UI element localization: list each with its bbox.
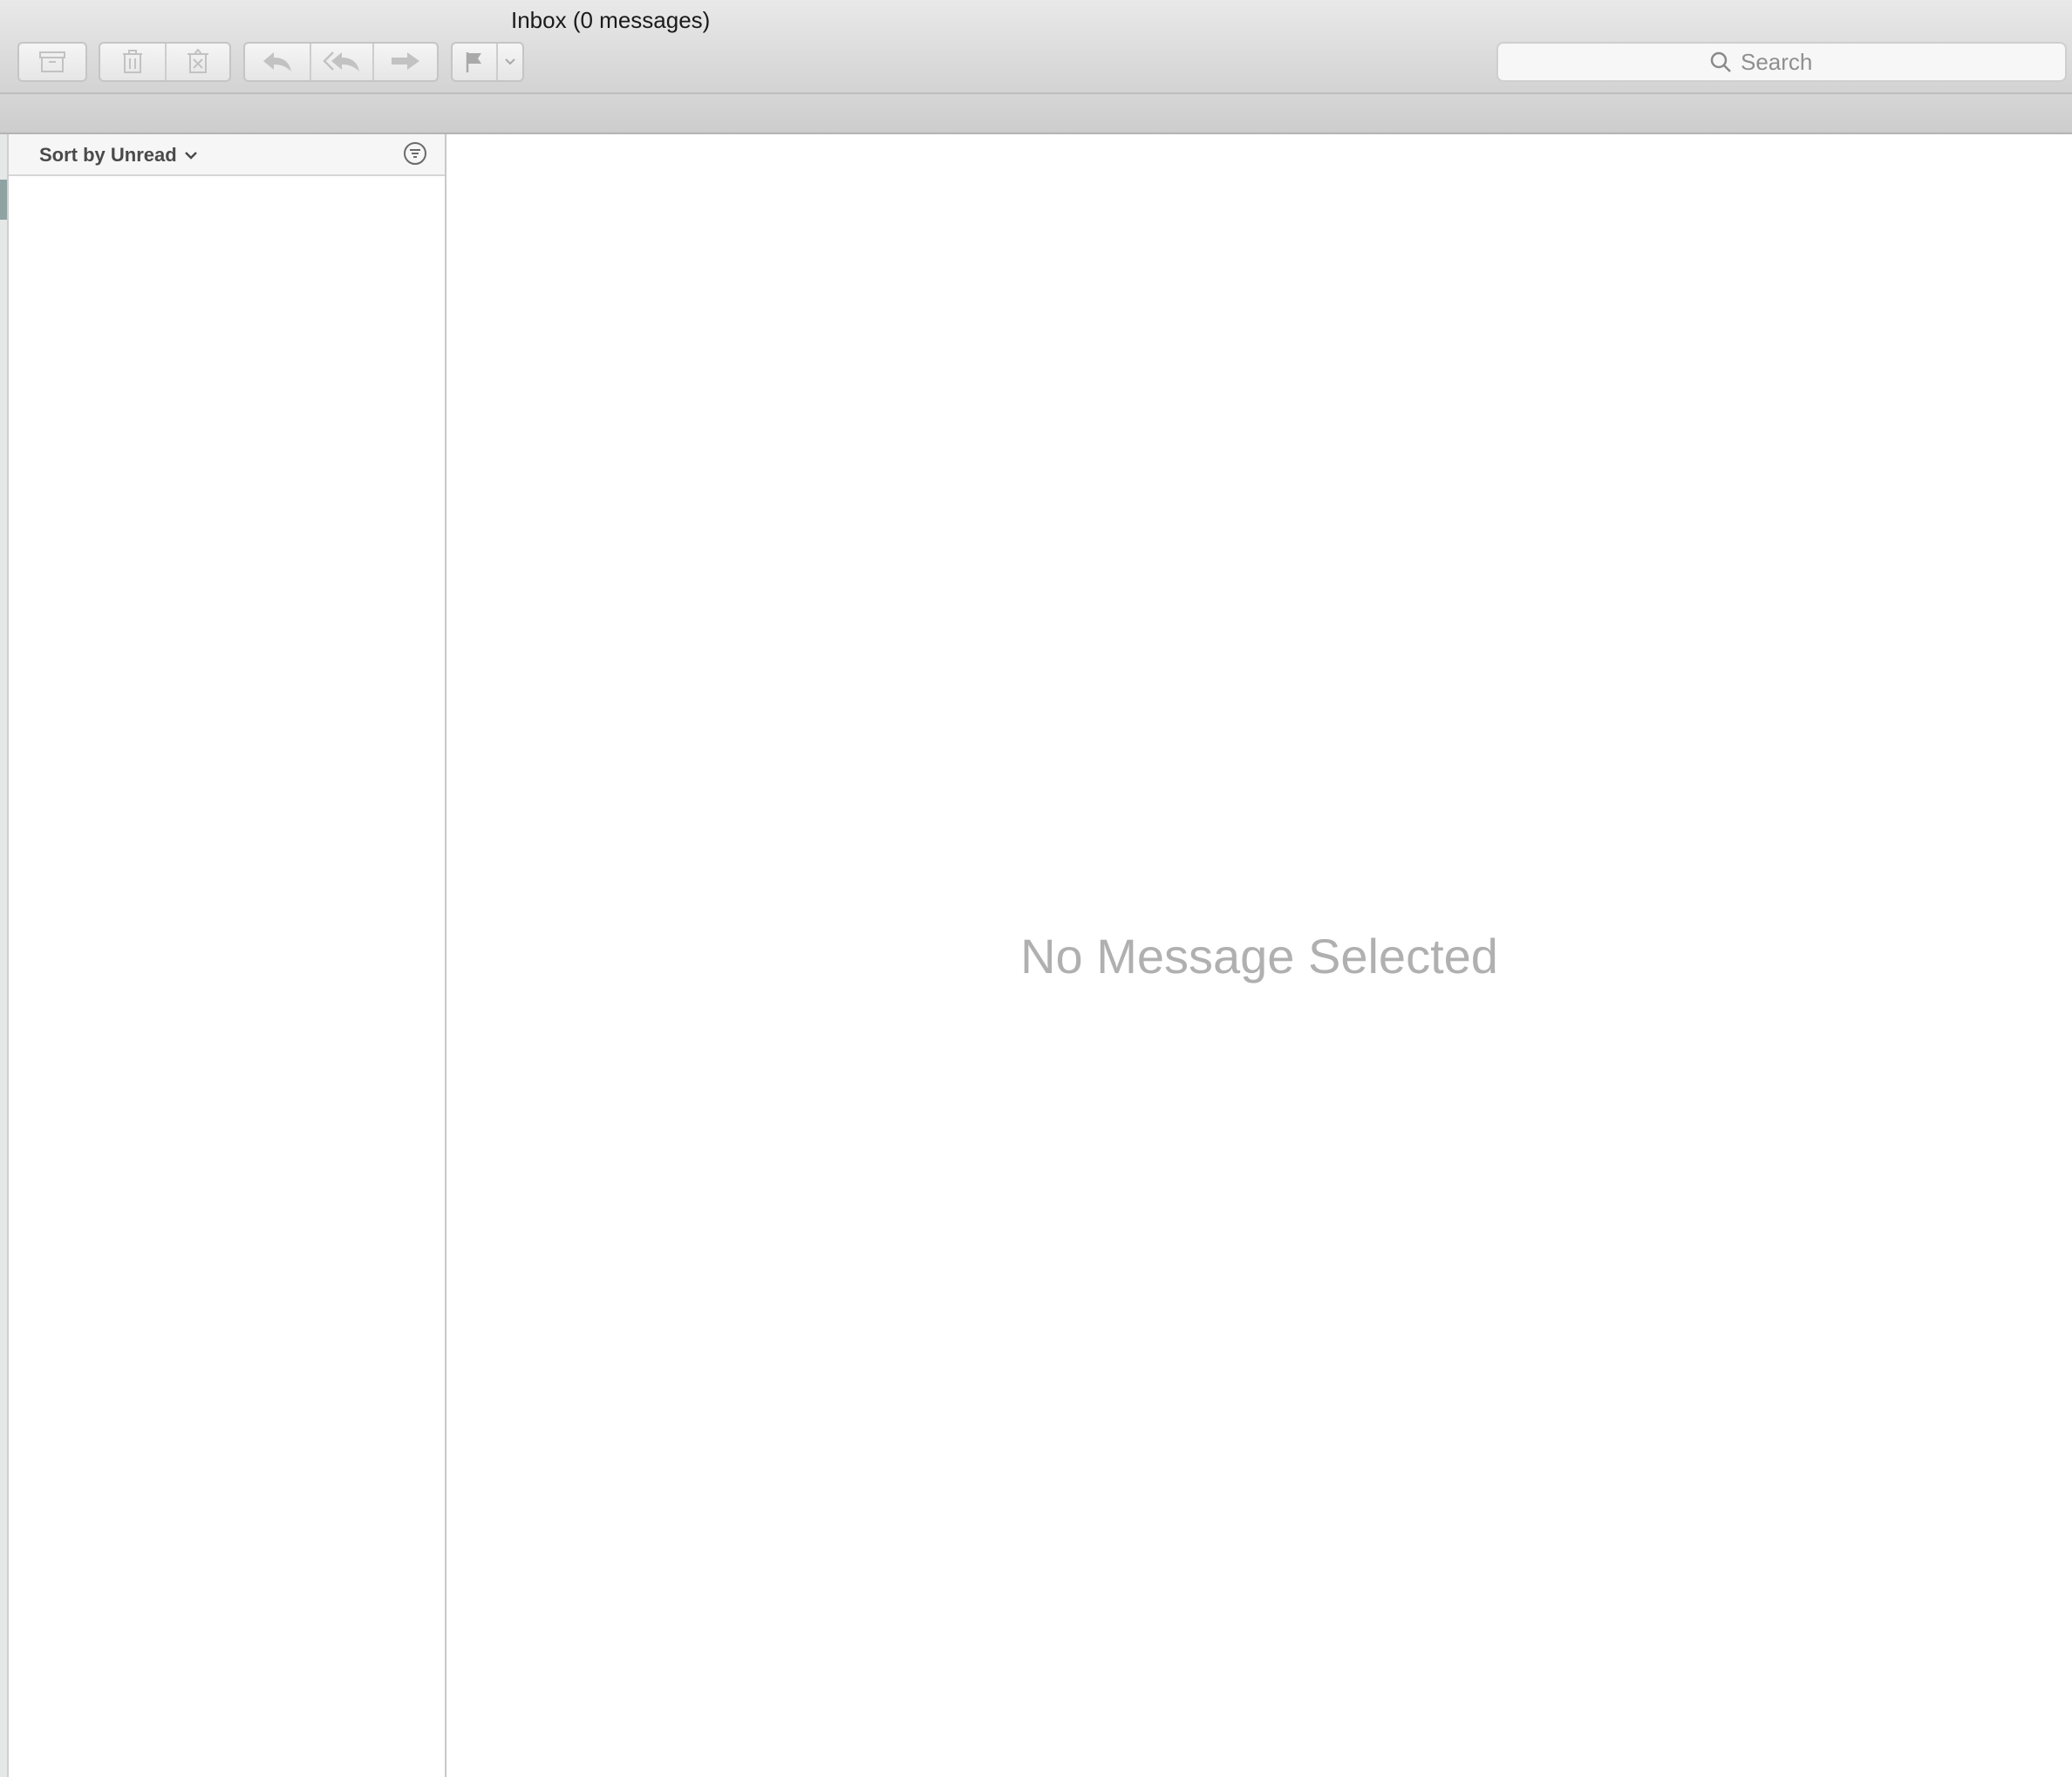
trash-icon — [121, 50, 144, 74]
reply-button[interactable] — [245, 44, 311, 80]
window-title: Inbox (0 messages) — [511, 7, 711, 33]
archive-button-group — [17, 42, 87, 82]
sort-menu-button[interactable]: Sort by Unread — [39, 140, 198, 170]
archive-button[interactable] — [19, 44, 85, 80]
delete-button-group — [99, 42, 231, 82]
message-preview-pane: No Message Selected — [446, 134, 2072, 1777]
junk-icon — [185, 49, 211, 75]
junk-button[interactable] — [167, 44, 229, 80]
forward-button[interactable] — [374, 44, 437, 80]
reply-all-arrow-icon — [323, 51, 361, 73]
mailbox-sidebar-collapsed[interactable] — [0, 134, 9, 1777]
flag-icon — [465, 51, 484, 73]
reply-arrow-icon — [262, 51, 293, 73]
search-icon — [1709, 51, 1732, 73]
chevron-down-icon — [184, 150, 198, 160]
mail-window: Inbox (0 messages) Search Sort by Unread… — [0, 0, 2072, 1777]
forward-arrow-icon — [390, 51, 421, 73]
message-list-header: Sort by Unread — [9, 134, 445, 176]
delete-button[interactable] — [100, 44, 167, 80]
filter-icon — [403, 141, 427, 170]
flag-menu-button[interactable] — [498, 44, 522, 80]
archive-box-icon — [39, 51, 65, 73]
toolbar: Inbox (0 messages) — [0, 0, 2072, 94]
message-list[interactable]: Sort by Unread — [9, 134, 446, 1777]
filter-button[interactable] — [403, 141, 427, 170]
sort-label: Sort by Unread — [39, 144, 177, 166]
flag-button[interactable] — [453, 44, 498, 80]
reply-all-button[interactable] — [311, 44, 374, 80]
chevron-down-icon — [504, 58, 516, 66]
search-field[interactable] — [1496, 42, 2067, 82]
reply-button-group — [243, 42, 439, 82]
search-input[interactable] — [1741, 48, 1854, 76]
sidebar-selection-marker — [0, 180, 7, 220]
flag-button-group — [451, 42, 524, 82]
empty-state-text: No Message Selected — [1020, 929, 1498, 984]
favorites-bar — [0, 94, 2072, 134]
